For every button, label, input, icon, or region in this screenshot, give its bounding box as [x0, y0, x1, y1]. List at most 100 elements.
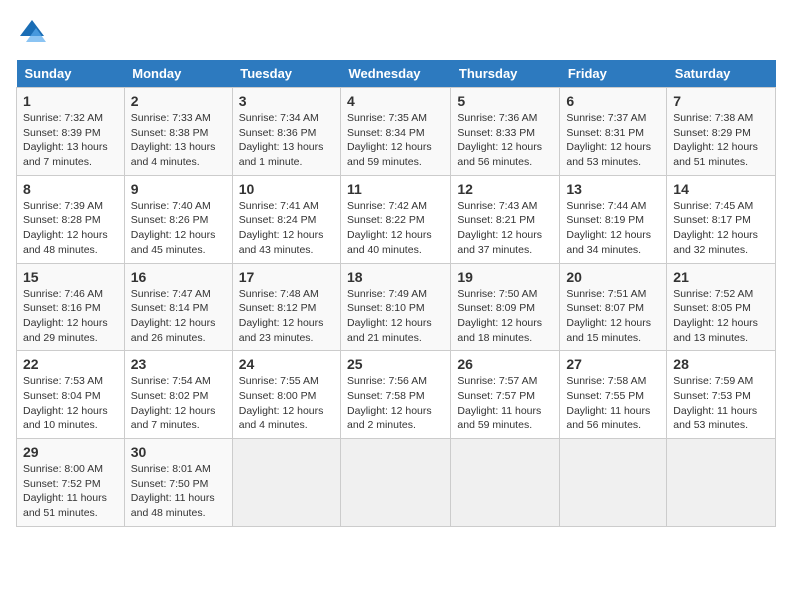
day-number: 23	[131, 356, 226, 372]
day-number: 7	[673, 93, 769, 109]
calendar-week-2: 8 Sunrise: 7:39 AMSunset: 8:28 PMDaylight…	[17, 175, 776, 263]
calendar-cell: 2 Sunrise: 7:33 AMSunset: 8:38 PMDaylight…	[124, 88, 232, 176]
day-info: Sunrise: 7:57 AMSunset: 7:57 PMDaylight:…	[457, 374, 553, 433]
day-number: 6	[566, 93, 660, 109]
day-info: Sunrise: 7:49 AMSunset: 8:10 PMDaylight:…	[347, 287, 444, 346]
calendar-cell: 22 Sunrise: 7:53 AMSunset: 8:04 PMDayligh…	[17, 351, 125, 439]
calendar-cell: 8 Sunrise: 7:39 AMSunset: 8:28 PMDaylight…	[17, 175, 125, 263]
calendar-cell: 7 Sunrise: 7:38 AMSunset: 8:29 PMDaylight…	[667, 88, 776, 176]
calendar-cell	[667, 439, 776, 527]
day-number: 24	[239, 356, 334, 372]
calendar-cell	[341, 439, 451, 527]
day-info: Sunrise: 7:36 AMSunset: 8:33 PMDaylight:…	[457, 111, 553, 170]
day-info: Sunrise: 7:39 AMSunset: 8:28 PMDaylight:…	[23, 199, 118, 258]
calendar-week-1: 1 Sunrise: 7:32 AMSunset: 8:39 PMDaylight…	[17, 88, 776, 176]
day-number: 2	[131, 93, 226, 109]
day-info: Sunrise: 7:32 AMSunset: 8:39 PMDaylight:…	[23, 111, 118, 170]
day-number: 28	[673, 356, 769, 372]
col-header-friday: Friday	[560, 60, 667, 88]
col-header-monday: Monday	[124, 60, 232, 88]
calendar-week-4: 22 Sunrise: 7:53 AMSunset: 8:04 PMDayligh…	[17, 351, 776, 439]
day-number: 16	[131, 269, 226, 285]
day-info: Sunrise: 7:41 AMSunset: 8:24 PMDaylight:…	[239, 199, 334, 258]
day-info: Sunrise: 7:43 AMSunset: 8:21 PMDaylight:…	[457, 199, 553, 258]
day-number: 12	[457, 181, 553, 197]
logo	[16, 16, 52, 48]
day-number: 26	[457, 356, 553, 372]
calendar-cell: 20 Sunrise: 7:51 AMSunset: 8:07 PMDayligh…	[560, 263, 667, 351]
calendar-cell: 15 Sunrise: 7:46 AMSunset: 8:16 PMDayligh…	[17, 263, 125, 351]
col-header-saturday: Saturday	[667, 60, 776, 88]
calendar-cell: 24 Sunrise: 7:55 AMSunset: 8:00 PMDayligh…	[232, 351, 340, 439]
calendar-cell: 1 Sunrise: 7:32 AMSunset: 8:39 PMDaylight…	[17, 88, 125, 176]
col-header-thursday: Thursday	[451, 60, 560, 88]
day-info: Sunrise: 7:42 AMSunset: 8:22 PMDaylight:…	[347, 199, 444, 258]
day-number: 30	[131, 444, 226, 460]
day-info: Sunrise: 7:56 AMSunset: 7:58 PMDaylight:…	[347, 374, 444, 433]
day-number: 15	[23, 269, 118, 285]
day-number: 11	[347, 181, 444, 197]
day-number: 27	[566, 356, 660, 372]
calendar-cell	[451, 439, 560, 527]
day-number: 21	[673, 269, 769, 285]
col-header-wednesday: Wednesday	[341, 60, 451, 88]
day-info: Sunrise: 7:48 AMSunset: 8:12 PMDaylight:…	[239, 287, 334, 346]
calendar-cell: 21 Sunrise: 7:52 AMSunset: 8:05 PMDayligh…	[667, 263, 776, 351]
day-info: Sunrise: 7:52 AMSunset: 8:05 PMDaylight:…	[673, 287, 769, 346]
day-number: 1	[23, 93, 118, 109]
day-info: Sunrise: 7:55 AMSunset: 8:00 PMDaylight:…	[239, 374, 334, 433]
calendar-cell: 19 Sunrise: 7:50 AMSunset: 8:09 PMDayligh…	[451, 263, 560, 351]
day-info: Sunrise: 7:35 AMSunset: 8:34 PMDaylight:…	[347, 111, 444, 170]
day-number: 3	[239, 93, 334, 109]
calendar-cell: 9Sunrise: 7:40 AMSunset: 8:26 PMDaylight…	[124, 175, 232, 263]
calendar-cell: 11 Sunrise: 7:42 AMSunset: 8:22 PMDayligh…	[341, 175, 451, 263]
day-number: 4	[347, 93, 444, 109]
calendar-cell: 10 Sunrise: 7:41 AMSunset: 8:24 PMDayligh…	[232, 175, 340, 263]
day-info: Sunrise: 7:46 AMSunset: 8:16 PMDaylight:…	[23, 287, 118, 346]
calendar-cell: 27 Sunrise: 7:58 AMSunset: 7:55 PMDayligh…	[560, 351, 667, 439]
day-number: 22	[23, 356, 118, 372]
calendar-cell: 3Sunrise: 7:34 AMSunset: 8:36 PMDaylight…	[232, 88, 340, 176]
calendar-cell: 18 Sunrise: 7:49 AMSunset: 8:10 PMDayligh…	[341, 263, 451, 351]
day-number: 19	[457, 269, 553, 285]
day-number: 5	[457, 93, 553, 109]
calendar-cell	[232, 439, 340, 527]
calendar-cell: 16Sunrise: 7:47 AMSunset: 8:14 PMDayligh…	[124, 263, 232, 351]
day-number: 29	[23, 444, 118, 460]
day-number: 8	[23, 181, 118, 197]
calendar-week-3: 15 Sunrise: 7:46 AMSunset: 8:16 PMDayligh…	[17, 263, 776, 351]
calendar-cell: 26 Sunrise: 7:57 AMSunset: 7:57 PMDayligh…	[451, 351, 560, 439]
calendar-cell: 23Sunrise: 7:54 AMSunset: 8:02 PMDayligh…	[124, 351, 232, 439]
day-info: Sunrise: 7:53 AMSunset: 8:04 PMDaylight:…	[23, 374, 118, 433]
calendar-cell: 30 Sunrise: 8:01 AMSunset: 7:50 PMDayligh…	[124, 439, 232, 527]
calendar-cell: 17Sunrise: 7:48 AMSunset: 8:12 PMDayligh…	[232, 263, 340, 351]
calendar-header: SundayMondayTuesdayWednesdayThursdayFrid…	[17, 60, 776, 88]
col-header-tuesday: Tuesday	[232, 60, 340, 88]
calendar-cell: 29 Sunrise: 8:00 AMSunset: 7:52 PMDayligh…	[17, 439, 125, 527]
day-number: 10	[239, 181, 334, 197]
day-info: Sunrise: 7:58 AMSunset: 7:55 PMDaylight:…	[566, 374, 660, 433]
page-header	[16, 16, 776, 48]
calendar-cell: 13 Sunrise: 7:44 AMSunset: 8:19 PMDayligh…	[560, 175, 667, 263]
day-info: Sunrise: 7:44 AMSunset: 8:19 PMDaylight:…	[566, 199, 660, 258]
calendar-table: SundayMondayTuesdayWednesdayThursdayFrid…	[16, 60, 776, 527]
day-number: 20	[566, 269, 660, 285]
calendar-cell: 6 Sunrise: 7:37 AMSunset: 8:31 PMDaylight…	[560, 88, 667, 176]
day-info: Sunrise: 8:00 AMSunset: 7:52 PMDaylight:…	[23, 462, 118, 521]
day-info: Sunrise: 7:38 AMSunset: 8:29 PMDaylight:…	[673, 111, 769, 170]
day-info: Sunrise: 7:50 AMSunset: 8:09 PMDaylight:…	[457, 287, 553, 346]
day-info: Sunrise: 7:33 AMSunset: 8:38 PMDaylight:…	[131, 111, 226, 170]
day-number: 18	[347, 269, 444, 285]
day-number: 25	[347, 356, 444, 372]
calendar-cell: 5 Sunrise: 7:36 AMSunset: 8:33 PMDaylight…	[451, 88, 560, 176]
calendar-cell: 25 Sunrise: 7:56 AMSunset: 7:58 PMDayligh…	[341, 351, 451, 439]
calendar-cell: 4 Sunrise: 7:35 AMSunset: 8:34 PMDaylight…	[341, 88, 451, 176]
calendar-week-5: 29 Sunrise: 8:00 AMSunset: 7:52 PMDayligh…	[17, 439, 776, 527]
day-info: Sunrise: 8:01 AMSunset: 7:50 PMDaylight:…	[131, 462, 226, 521]
day-info: Sunrise: 7:37 AMSunset: 8:31 PMDaylight:…	[566, 111, 660, 170]
calendar-cell: 28Sunrise: 7:59 AMSunset: 7:53 PMDayligh…	[667, 351, 776, 439]
day-info: Sunrise: 7:51 AMSunset: 8:07 PMDaylight:…	[566, 287, 660, 346]
day-number: 13	[566, 181, 660, 197]
col-header-sunday: Sunday	[17, 60, 125, 88]
calendar-cell	[560, 439, 667, 527]
